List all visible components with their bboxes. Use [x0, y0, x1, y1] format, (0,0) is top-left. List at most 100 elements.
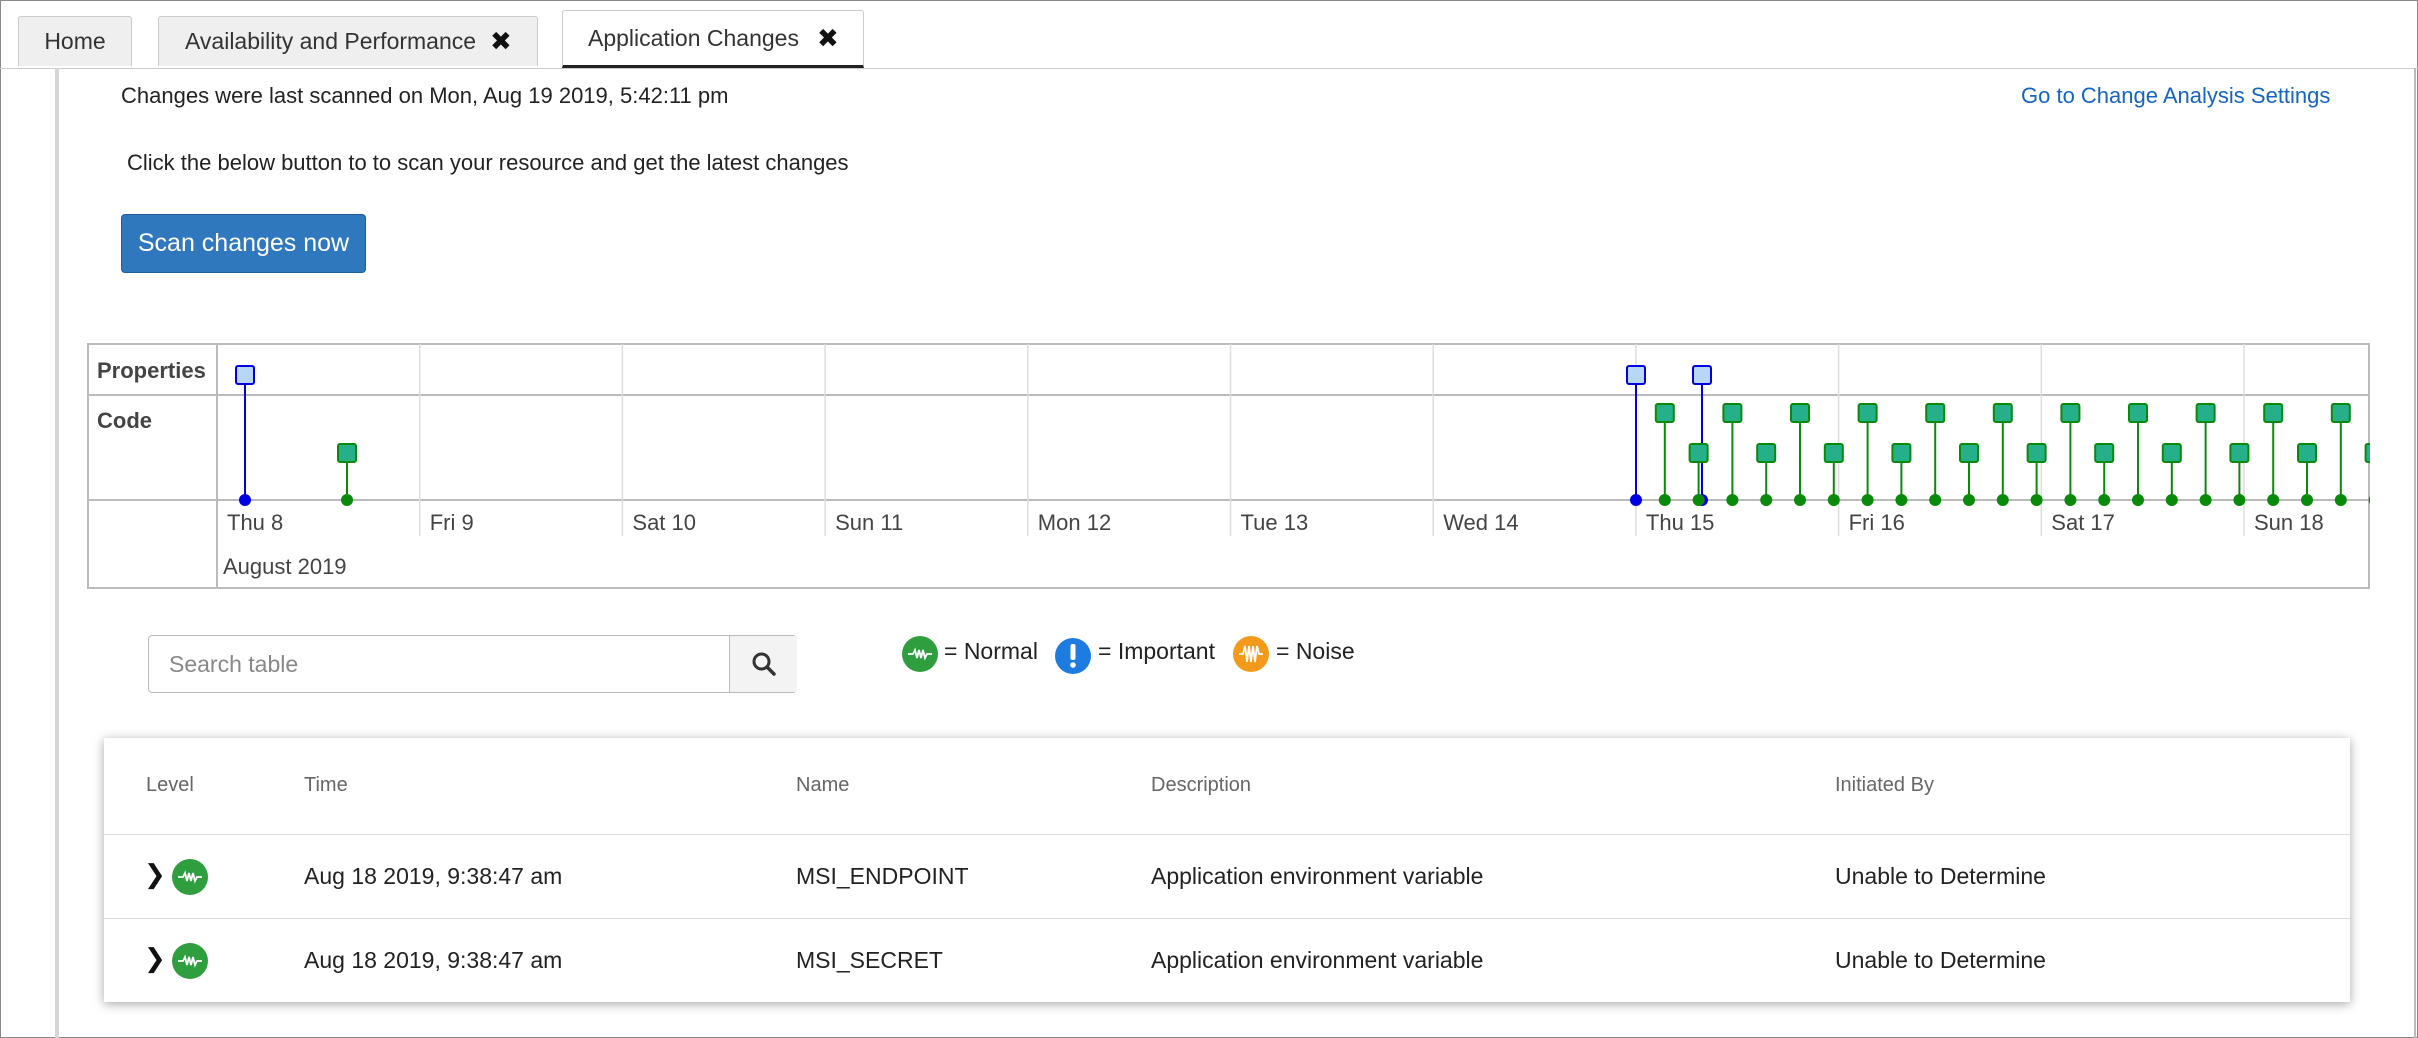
code-change-marker-dot: [1794, 494, 1806, 506]
code-change-marker[interactable]: [1891, 443, 1912, 463]
code-change-marker-dot: [1760, 494, 1773, 506]
code-change-marker-dot: [341, 494, 353, 506]
code-change-marker[interactable]: [2026, 443, 2047, 463]
row-description: Application environment variable: [1151, 947, 1484, 973]
code-change-marker-dot: [1996, 494, 2009, 506]
row-initiated-by: Unable to Determine: [1835, 863, 2046, 889]
content-left-border: [55, 68, 59, 1038]
column-header-name[interactable]: Name: [796, 774, 849, 797]
code-change-marker-dot: [2233, 494, 2246, 506]
search-box: [148, 635, 797, 693]
code-change-marker[interactable]: [2297, 443, 2317, 463]
timeline-day-label: Fri 9: [430, 510, 474, 535]
code-change-marker[interactable]: [1857, 403, 1878, 423]
tab-home[interactable]: Home: [18, 16, 132, 66]
legend-normal-label: = Normal: [944, 638, 1038, 664]
code-change-marker-dot: [2301, 494, 2313, 506]
property-change-marker[interactable]: [235, 365, 255, 385]
code-change-marker[interactable]: [1959, 443, 1979, 463]
tab-label: Availability and Performance: [185, 28, 477, 54]
normal-level-icon: [902, 636, 938, 672]
code-change-marker-dot: [1658, 494, 1671, 506]
normal-level-icon: [172, 859, 208, 895]
normal-level-icon: [172, 943, 208, 979]
search-button[interactable]: [729, 636, 797, 692]
code-change-marker-dot: [1929, 494, 1942, 506]
property-change-marker[interactable]: [1626, 365, 1646, 385]
timeline-day-label: Wed 14: [1443, 510, 1518, 535]
timeline-day-label: Sun 11: [835, 510, 903, 535]
column-header-description[interactable]: Description: [1151, 774, 1251, 797]
timeline-day-label: Sun 18: [2254, 510, 2324, 535]
scrollbar-track[interactable]: [2414, 68, 2416, 1038]
code-change-marker[interactable]: [1688, 443, 1709, 463]
code-change-marker-dot: [1827, 494, 1840, 506]
important-level-icon: [1055, 638, 1091, 674]
expand-chevron-icon[interactable]: ❯: [144, 943, 166, 974]
close-icon[interactable]: ✖: [490, 26, 512, 57]
table-row[interactable]: ❯ Aug 18 2019, 9:38:47 am MSI_ENDPOINT A…: [104, 834, 2350, 919]
noise-level-icon: [1233, 636, 1269, 672]
code-change-marker[interactable]: [2195, 403, 2216, 423]
timeline-day-label: Sat 10: [632, 510, 696, 535]
code-change-marker[interactable]: [2060, 403, 2081, 423]
tab-availability-and-performance[interactable]: Availability and Performance ✖: [158, 16, 538, 66]
row-time: Aug 18 2019, 9:38:47 am: [304, 947, 563, 973]
timeline-month-label: August 2019: [223, 554, 347, 579]
column-header-initiated-by[interactable]: Initiated By: [1835, 774, 1934, 797]
close-icon[interactable]: ✖: [817, 23, 839, 54]
scan-info: Changes were last scanned on Mon, Aug 19…: [121, 83, 729, 108]
code-change-marker-dot: [2098, 494, 2111, 506]
code-change-marker[interactable]: [2128, 403, 2148, 423]
table-row[interactable]: ❯ Aug 18 2019, 9:38:47 am MSI_SECRET App…: [104, 918, 2350, 1003]
column-header-time[interactable]: Time: [304, 774, 348, 797]
code-change-marker[interactable]: [2161, 443, 2182, 463]
code-change-marker-dot: [1895, 494, 1908, 506]
property-change-marker[interactable]: [1692, 365, 1712, 385]
code-change-marker-dot: [2132, 494, 2144, 506]
code-change-marker[interactable]: [1722, 403, 1743, 423]
code-change-marker[interactable]: [2263, 403, 2284, 423]
code-change-marker[interactable]: [1992, 403, 2013, 423]
timeline-row-label-properties: Properties: [97, 358, 206, 383]
change-timeline: Properties Code Thu 8 Fri 9 Sat 10 Sun 11 Mo…: [87, 343, 2370, 589]
legend-important-label: = Important: [1098, 638, 1215, 664]
code-change-marker-dot: [1692, 494, 1705, 506]
code-change-marker[interactable]: [1756, 443, 1777, 463]
expand-chevron-icon[interactable]: ❯: [144, 859, 166, 890]
change-analysis-settings-link[interactable]: Go to Change Analysis Settings: [2021, 83, 2330, 109]
code-change-marker-dot: [2165, 494, 2178, 506]
timeline-day-label: Fri 16: [1849, 510, 1905, 535]
scan-changes-button[interactable]: Scan changes now: [121, 214, 366, 273]
tab-application-changes[interactable]: Application Changes ✖: [562, 10, 864, 68]
code-change-marker[interactable]: [1654, 403, 1675, 423]
changes-table: Level Time Name Description Initiated By…: [104, 738, 2350, 1002]
scan-instruction: Click the below button to to scan your r…: [127, 150, 849, 175]
code-change-marker-dot: [1963, 494, 1975, 506]
code-change-marker-dot: [1726, 494, 1739, 506]
column-header-level[interactable]: Level: [146, 774, 194, 797]
code-change-marker-dot: [2064, 494, 2077, 506]
row-name: MSI_SECRET: [796, 947, 943, 973]
code-change-marker[interactable]: [2229, 443, 2250, 463]
tab-bar: Home Availability and Performance ✖ Appl…: [0, 0, 2418, 69]
timeline-day-label: Tue 13: [1241, 510, 1309, 535]
code-change-marker[interactable]: [1823, 443, 1844, 463]
property-change-marker-dot: [239, 494, 251, 506]
search-input[interactable]: [149, 636, 729, 692]
row-initiated-by: Unable to Determine: [1835, 947, 2046, 973]
timeline-row-label-code: Code: [97, 408, 152, 433]
code-change-marker[interactable]: [2094, 443, 2115, 463]
code-change-marker[interactable]: [1925, 403, 1946, 423]
code-change-marker[interactable]: [2364, 443, 2370, 463]
legend-noise-label: = Noise: [1276, 638, 1355, 664]
row-description: Application environment variable: [1151, 863, 1484, 889]
code-change-marker-dot: [2030, 494, 2043, 506]
code-change-marker[interactable]: [337, 443, 357, 463]
timeline-border: [87, 343, 2370, 589]
timeline-day-label: Sat 17: [2051, 510, 2115, 535]
tab-label: Home: [44, 28, 106, 54]
code-change-marker[interactable]: [1790, 403, 1810, 423]
code-change-marker[interactable]: [2330, 403, 2351, 423]
tab-label: Application Changes: [588, 24, 799, 51]
